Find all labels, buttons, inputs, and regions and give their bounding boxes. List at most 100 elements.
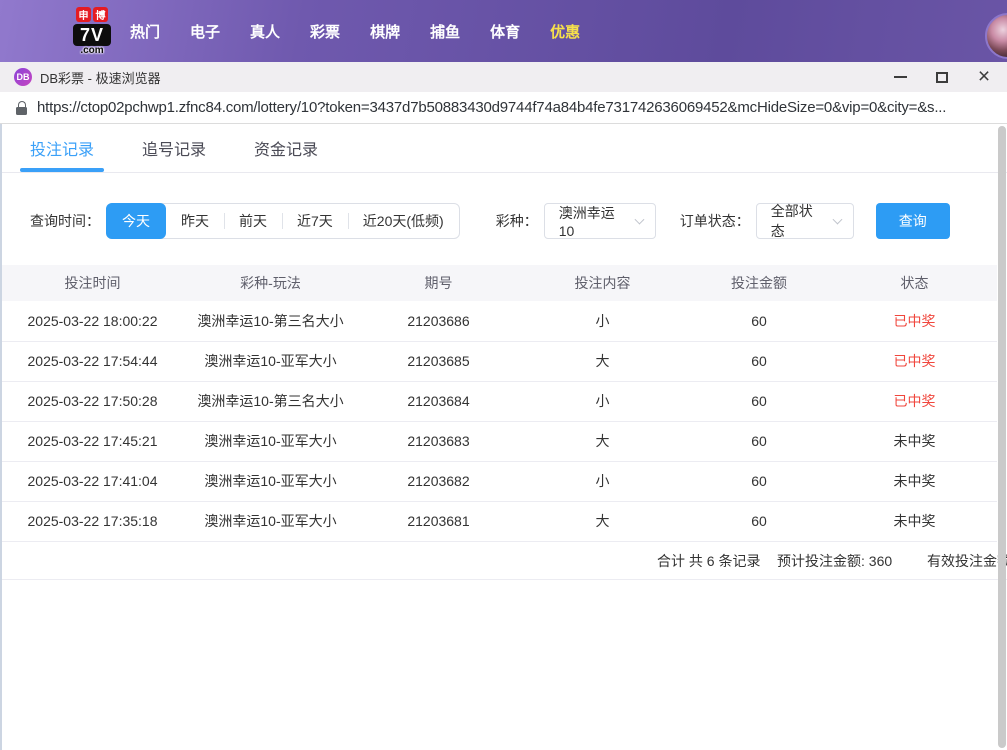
col-issue: 期号 [358,265,519,301]
time-option-7days[interactable]: 近7天 [282,204,348,238]
bet-amount: 60 [686,301,832,341]
record-tabs: 投注记录 追号记录 资金记录 [2,124,1007,173]
maximize-button[interactable] [921,62,963,92]
bet-amount: 60 [686,381,832,421]
bet-time: 2025-03-22 17:45:21 [2,421,183,461]
browser-titlebar: DB DB彩票 - 极速浏览器 × [0,62,1007,92]
table-row: 2025-03-22 17:45:21 澳洲幸运10-亚军大小 21203683… [2,421,997,461]
nav-item-live[interactable]: 真人 [250,21,280,42]
issue: 21203686 [358,301,519,341]
bet-records-table: 投注时间 彩种-玩法 期号 投注内容 投注金额 状态 2025-03-22 18… [2,265,997,542]
issue: 21203681 [358,501,519,541]
table-row: 2025-03-22 18:00:22 澳洲幸运10-第三名大小 2120368… [2,301,997,341]
order-status-select[interactable]: 全部状态 [756,203,854,239]
nav-item-hot[interactable]: 热门 [130,21,160,42]
nav-item-promo[interactable]: 优惠 [550,21,580,42]
bet-content: 小 [519,461,686,501]
filter-row: 查询时间： 今天 昨天 前天 近7天 近20天(低频) 彩种： 澳洲幸运10 订… [30,203,1007,239]
nav-item-fishing[interactable]: 捕鱼 [430,21,460,42]
status-badge: 未中奖 [832,501,997,541]
minimize-button[interactable] [879,62,921,92]
col-status: 状态 [832,265,997,301]
tab-fund-records[interactable]: 资金记录 [254,124,318,172]
logo-badges: 申 博 [76,7,108,22]
site-logo[interactable]: 申 博 7V .com [62,7,122,56]
time-filter-label: 查询时间： [30,211,100,231]
issue: 21203684 [358,381,519,421]
status-badge: 已中奖 [832,341,997,381]
logo-sub-text: .com [80,45,103,56]
table-row: 2025-03-22 17:50:28 澳洲幸运10-第三名大小 2120368… [2,381,997,421]
issue: 21203682 [358,461,519,501]
bet-amount: 60 [686,341,832,381]
bet-content: 小 [519,301,686,341]
bet-time: 2025-03-22 17:54:44 [2,341,183,381]
status-badge: 未中奖 [832,421,997,461]
lottery-select[interactable]: 澳洲幸运10 [544,203,656,239]
lottery-filter-label: 彩种： [496,211,538,231]
summary-valid-amount: 有效投注金额 [927,542,1007,580]
time-option-20days[interactable]: 近20天(低频) [348,204,459,238]
browser-favicon-icon: DB [14,68,32,86]
logo-badge-left: 申 [76,7,91,22]
summary-expected-amount: 预计投注金额: 360 [777,542,892,580]
col-bet-time: 投注时间 [2,265,183,301]
chevron-down-icon [634,214,644,224]
site-header: 申 博 7V .com 热门 电子 真人 彩票 棋牌 捕鱼 体育 优惠 [0,0,1007,62]
table-row: 2025-03-22 17:54:44 澳洲幸运10-亚军大小 21203685… [2,341,997,381]
chevron-down-icon [832,214,842,224]
lock-icon[interactable] [16,101,28,115]
game-play: 澳洲幸运10-亚军大小 [183,501,358,541]
bet-content: 小 [519,381,686,421]
game-play: 澳洲幸运10-亚军大小 [183,421,358,461]
nav-item-lottery[interactable]: 彩票 [310,21,340,42]
nav-item-boardgame[interactable]: 棋牌 [370,21,400,42]
bet-time: 2025-03-22 17:35:18 [2,501,183,541]
vertical-scrollbar[interactable] [998,126,1006,748]
order-status-label: 订单状态： [680,211,750,231]
game-play: 澳洲幸运10-第三名大小 [183,301,358,341]
time-option-today[interactable]: 今天 [106,203,166,239]
summary-record-count: 合计 共 6 条记录 [657,542,760,580]
search-button[interactable]: 查询 [876,203,950,239]
nav-item-slots[interactable]: 电子 [190,21,220,42]
bet-amount: 60 [686,461,832,501]
bet-content: 大 [519,421,686,461]
bet-time: 2025-03-22 17:41:04 [2,461,183,501]
nav-item-sports[interactable]: 体育 [490,21,520,42]
issue: 21203683 [358,421,519,461]
bet-content: 大 [519,501,686,541]
tab-chase-records[interactable]: 追号记录 [142,124,206,172]
table-row: 2025-03-22 17:41:04 澳洲幸运10-亚军大小 21203682… [2,461,997,501]
order-status-selected-value: 全部状态 [771,201,826,241]
time-option-yesterday[interactable]: 昨天 [166,204,224,238]
game-play: 澳洲幸运10-亚军大小 [183,341,358,381]
status-badge: 已中奖 [832,301,997,341]
time-option-daybefore[interactable]: 前天 [224,204,282,238]
table-header-row: 投注时间 彩种-玩法 期号 投注内容 投注金额 状态 [2,265,997,301]
page-content: 投注记录 追号记录 资金记录 查询时间： 今天 昨天 前天 近7天 近20天(低… [0,124,1007,750]
maximize-icon [936,72,948,83]
logo-badge-right: 博 [93,7,108,22]
user-avatar[interactable] [985,13,1007,59]
game-play: 澳洲幸运10-第三名大小 [183,381,358,421]
window-title: DB彩票 - 极速浏览器 [40,68,161,87]
logo-main-text: 7V [73,24,111,46]
close-button[interactable]: × [963,62,1005,92]
col-game-play: 彩种-玩法 [183,265,358,301]
tab-bet-records[interactable]: 投注记录 [30,124,94,172]
close-icon: × [978,66,990,87]
bet-records-table-wrap: 投注时间 彩种-玩法 期号 投注内容 投注金额 状态 2025-03-22 18… [2,265,1007,542]
game-play: 澳洲幸运10-亚军大小 [183,461,358,501]
summary-bar: 合计 共 6 条记录 预计投注金额: 360 有效投注金额 [2,542,1007,580]
main-nav: 热门 电子 真人 彩票 棋牌 捕鱼 体育 优惠 [130,21,580,42]
bet-content: 大 [519,341,686,381]
bet-time: 2025-03-22 17:50:28 [2,381,183,421]
status-badge: 已中奖 [832,381,997,421]
minimize-icon [894,76,907,78]
col-bet-content: 投注内容 [519,265,686,301]
url-bar[interactable]: https://ctop02pchwp1.zfnc84.com/lottery/… [0,92,1007,124]
time-filter-group: 今天 昨天 前天 近7天 近20天(低频) [106,203,460,239]
url-text[interactable]: https://ctop02pchwp1.zfnc84.com/lottery/… [37,99,946,116]
issue: 21203685 [358,341,519,381]
